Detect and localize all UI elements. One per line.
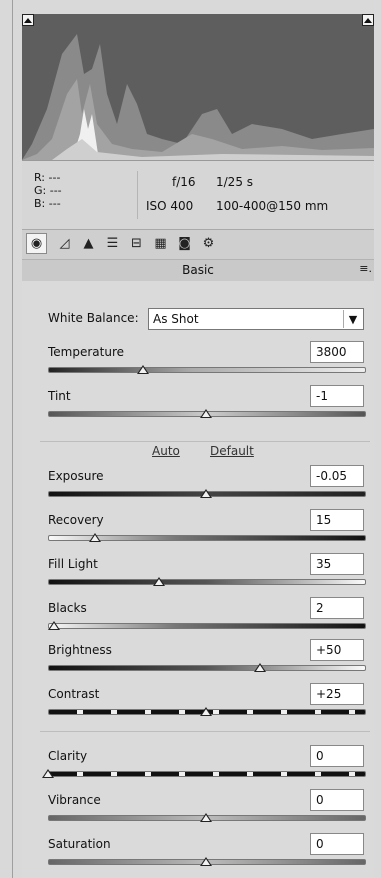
exposure-slider-thumb[interactable] bbox=[200, 489, 212, 498]
basic-tab-icon: ◉ bbox=[30, 236, 43, 251]
temperature-slider-row: Temperature 3800 bbox=[22, 341, 374, 383]
highlight-clipping-button[interactable] bbox=[362, 14, 374, 26]
g-label: G: bbox=[34, 184, 47, 197]
g-value: --- bbox=[49, 184, 62, 197]
blacks-value-field[interactable]: 2 bbox=[310, 597, 364, 619]
fill-light-slider-row: Fill Light 35 bbox=[22, 553, 374, 595]
recovery-label: Recovery bbox=[48, 513, 104, 527]
shadow-clipping-button[interactable] bbox=[22, 14, 34, 26]
r-value: --- bbox=[48, 171, 61, 184]
fill-light-slider-track[interactable] bbox=[48, 579, 366, 585]
temperature-value-field[interactable]: 3800 bbox=[310, 341, 364, 363]
rgb-readout: R: --- G: --- B: --- bbox=[34, 171, 62, 210]
camera-info-area: R: --- G: --- B: --- f/16 1/25 s ISO 400… bbox=[22, 160, 374, 229]
vibrance-label: Vibrance bbox=[48, 793, 101, 807]
panel-menu-icon[interactable]: ≡. bbox=[359, 262, 372, 275]
tint-label: Tint bbox=[48, 389, 71, 403]
hsl-tab[interactable]: ☰ bbox=[102, 233, 123, 254]
recovery-slider-row: Recovery 15 bbox=[22, 509, 374, 551]
panel-left-border bbox=[12, 0, 13, 878]
panel-tabs-toolbar: ◉ ◿ ▲ ☰ ⊟ ▦ ◙ ⚙ bbox=[22, 229, 374, 260]
basic-tab[interactable]: ◉ bbox=[26, 233, 47, 254]
b-label: B: bbox=[34, 197, 46, 210]
recovery-value-field[interactable]: 15 bbox=[310, 509, 364, 531]
lens-corrections-tab[interactable]: ▦ bbox=[150, 233, 171, 254]
saturation-label: Saturation bbox=[48, 837, 111, 851]
brightness-slider-thumb[interactable] bbox=[253, 663, 266, 672]
brightness-label: Brightness bbox=[48, 643, 112, 657]
white-balance-value: As Shot bbox=[153, 312, 199, 326]
vibrance-slider-row: Vibrance 0 bbox=[22, 789, 374, 831]
exposure-label: Exposure bbox=[48, 469, 104, 483]
panel-header: Basic ≡. bbox=[22, 259, 374, 282]
tint-slider-row: Tint -1 bbox=[22, 385, 374, 427]
fill-light-value-field[interactable]: 35 bbox=[310, 553, 364, 575]
camera-calibration-tab-icon: ◙ bbox=[178, 236, 191, 251]
contrast-slider-thumb[interactable] bbox=[200, 707, 212, 716]
blacks-label: Blacks bbox=[48, 601, 87, 615]
tint-value-field[interactable]: -1 bbox=[310, 385, 364, 407]
vibrance-value-field[interactable]: 0 bbox=[310, 789, 364, 811]
basic-panel: White Balance: As Shot ▼ Auto Default Te… bbox=[22, 281, 374, 878]
tint-slider-thumb[interactable] bbox=[200, 409, 212, 418]
aperture-value: f/16 bbox=[172, 175, 196, 189]
exposure-slider-row: Exposure -0.05 bbox=[22, 465, 374, 507]
fill-light-slider-thumb[interactable] bbox=[152, 577, 165, 586]
white-balance-select[interactable]: As Shot ▼ bbox=[148, 308, 364, 330]
contrast-slider-row: Contrast +25 bbox=[22, 683, 374, 725]
histogram-graph bbox=[22, 34, 374, 160]
split-toning-tab-icon: ⊟ bbox=[131, 236, 142, 251]
brightness-slider-track[interactable] bbox=[48, 665, 366, 671]
blacks-slider-row: Blacks 2 bbox=[22, 597, 374, 639]
saturation-slider-row: Saturation 0 bbox=[22, 833, 374, 875]
histogram bbox=[22, 14, 374, 160]
brightness-value-field[interactable]: +50 bbox=[310, 639, 364, 661]
camera-calibration-tab[interactable]: ◙ bbox=[174, 233, 195, 254]
contrast-value-field[interactable]: +25 bbox=[310, 683, 364, 705]
clarity-slider-thumb[interactable] bbox=[42, 769, 54, 778]
tone-curve-tab-icon: ◿ bbox=[59, 236, 70, 251]
lens-corrections-tab-icon: ▦ bbox=[154, 236, 167, 251]
clarity-slider-track[interactable] bbox=[48, 771, 366, 777]
detail-tab[interactable]: ▲ bbox=[78, 233, 99, 254]
brightness-slider-row: Brightness +50 bbox=[22, 639, 374, 681]
contrast-label: Contrast bbox=[48, 687, 100, 701]
lens-value: 100-400@150 mm bbox=[216, 199, 329, 213]
iso-value: ISO 400 bbox=[146, 199, 194, 213]
clarity-label: Clarity bbox=[48, 749, 88, 763]
fill-light-label: Fill Light bbox=[48, 557, 98, 571]
recovery-slider-thumb[interactable] bbox=[89, 533, 102, 542]
saturation-value-field[interactable]: 0 bbox=[310, 833, 364, 855]
hsl-tab-icon: ☰ bbox=[106, 236, 119, 251]
b-value: --- bbox=[48, 197, 61, 210]
temperature-slider-track[interactable] bbox=[48, 367, 366, 373]
chevron-down-icon: ▼ bbox=[343, 310, 362, 328]
divider-1 bbox=[40, 441, 370, 442]
tone-curve-tab[interactable]: ◿ bbox=[54, 233, 75, 254]
auto-button[interactable]: Auto bbox=[152, 444, 180, 458]
shutter-value: 1/25 s bbox=[216, 175, 254, 189]
panel-title: Basic bbox=[182, 263, 214, 277]
presets-tab[interactable]: ⚙ bbox=[198, 233, 219, 254]
white-balance-label: White Balance: bbox=[48, 311, 139, 325]
blacks-slider-thumb[interactable] bbox=[48, 621, 61, 630]
info-divider bbox=[137, 171, 138, 219]
blacks-slider-track[interactable] bbox=[48, 623, 366, 629]
temperature-label: Temperature bbox=[48, 345, 125, 359]
clarity-value-field[interactable]: 0 bbox=[310, 745, 364, 767]
saturation-slider-thumb[interactable] bbox=[200, 857, 212, 866]
default-button[interactable]: Default bbox=[210, 444, 254, 458]
clarity-slider-row: Clarity 0 bbox=[22, 745, 374, 787]
exposure-value-field[interactable]: -0.05 bbox=[310, 465, 364, 487]
presets-tab-icon: ⚙ bbox=[202, 236, 215, 251]
detail-tab-icon: ▲ bbox=[83, 236, 94, 251]
divider-2 bbox=[40, 731, 370, 732]
vibrance-slider-thumb[interactable] bbox=[200, 813, 212, 822]
r-label: R: bbox=[34, 171, 46, 184]
split-toning-tab[interactable]: ⊟ bbox=[126, 233, 147, 254]
temperature-slider-thumb[interactable] bbox=[136, 365, 149, 374]
